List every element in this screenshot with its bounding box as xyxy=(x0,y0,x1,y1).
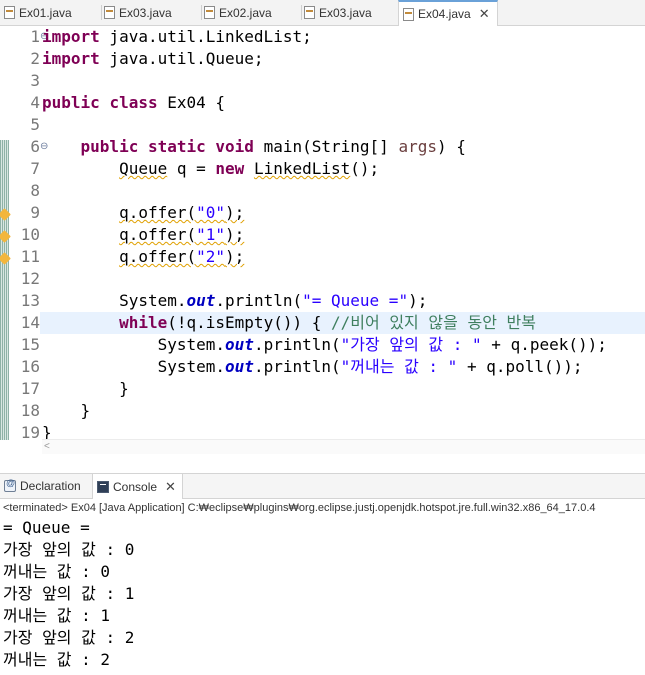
line-number: 11 xyxy=(20,247,40,266)
code-line-13: System.out.println("= Queue ="); xyxy=(119,291,428,310)
close-icon[interactable]: ✕ xyxy=(165,479,176,495)
code-line-10: q.offer("1"); xyxy=(119,225,245,244)
line-number: 16 xyxy=(20,357,40,376)
console-line: 꺼내는 값 : 2 xyxy=(3,650,111,669)
line-number: 12 xyxy=(20,269,40,288)
line-number: 1 xyxy=(30,27,40,46)
editor-tab-bar: Ex01.java Ex03.java Ex02.java Ex03.java … xyxy=(0,0,645,26)
line-number: 9 xyxy=(30,203,40,222)
tab-label: Ex02.java xyxy=(219,5,272,20)
process-status: <terminated> Ex04 [Java Application] C:₩… xyxy=(3,502,596,514)
line-number: 19 xyxy=(20,423,40,442)
java-file-icon xyxy=(4,6,15,19)
code-line-17: } xyxy=(119,379,129,398)
tab-ex03-second[interactable]: Ex03.java xyxy=(304,0,396,25)
line-number: 4 xyxy=(30,93,40,112)
scroll-left-icon[interactable]: < xyxy=(44,440,50,454)
line-number: 2 xyxy=(30,49,40,68)
line-number: 6 xyxy=(30,137,40,156)
code-line-1: import java.util.LinkedList; xyxy=(42,27,312,46)
console-output[interactable]: = Queue = 가장 앞의 값 : 0 꺼내는 값 : 0 가장 앞의 값 … xyxy=(0,517,645,671)
declaration-icon xyxy=(4,478,16,492)
view-tab-bar: Declaration Console ✕ xyxy=(0,473,645,499)
console-line: 꺼내는 값 : 0 xyxy=(3,562,111,581)
java-file-icon xyxy=(403,7,414,21)
tab-declaration[interactable]: Declaration xyxy=(4,474,81,498)
console-line: 가장 앞의 값 : 0 xyxy=(3,540,135,559)
code-line-6: public static void main(String[] args) { xyxy=(80,137,466,156)
code-line-11: q.offer("2"); xyxy=(119,247,245,266)
code-line-9: q.offer("0"); xyxy=(119,203,245,222)
tab-label: Ex03.java xyxy=(119,5,172,20)
tab-ex01[interactable]: Ex01.java xyxy=(4,0,102,25)
java-file-icon xyxy=(304,6,315,19)
java-file-icon xyxy=(204,6,215,19)
tab-label: Console xyxy=(113,479,158,494)
tab-label: Ex03.java xyxy=(319,5,372,20)
java-file-icon xyxy=(104,6,115,19)
line-number: 17 xyxy=(20,379,40,398)
line-number: 10 xyxy=(20,225,40,244)
line-number: 8 xyxy=(30,181,40,200)
overview-ruler xyxy=(0,26,11,454)
code-line-18: } xyxy=(80,401,91,420)
console-line: 꺼내는 값 : 1 xyxy=(3,606,111,625)
tab-label: Ex04.java xyxy=(418,7,471,21)
tab-ex02[interactable]: Ex02.java xyxy=(204,0,302,25)
line-number: 3 xyxy=(30,71,40,90)
line-number: 13 xyxy=(20,291,40,310)
line-number: 18 xyxy=(20,401,40,420)
code-line-4: public class Ex04 { xyxy=(42,93,226,112)
line-number: 7 xyxy=(30,159,40,178)
console-icon xyxy=(97,480,109,493)
horizontal-scrollbar[interactable]: < xyxy=(42,439,645,454)
console-line: = Queue = xyxy=(3,518,90,537)
tab-label: Declaration xyxy=(20,479,81,493)
close-icon[interactable]: ✕ xyxy=(479,6,490,22)
console-line: 가장 앞의 값 : 1 xyxy=(3,584,135,603)
line-number: 5 xyxy=(30,115,40,134)
code-line-2: import java.util.Queue; xyxy=(42,49,264,68)
line-number: 15 xyxy=(20,335,40,354)
code-line-7: Queue q = new LinkedList(); xyxy=(119,159,380,178)
tab-ex03[interactable]: Ex03.java xyxy=(104,0,202,25)
tab-label: Ex01.java xyxy=(19,5,72,20)
line-number: 14 xyxy=(20,313,40,332)
console-line: 가장 앞의 값 : 2 xyxy=(3,628,135,647)
code-line-14-current: while(!q.isEmpty()) { //비어 있지 않을 동안 반복 xyxy=(40,312,645,334)
code-editor[interactable]: 1 2 3 4 5 6 7 8 9 10 11 12 13 14 15 16 1… xyxy=(0,26,645,454)
tab-console[interactable]: Console ✕ xyxy=(92,474,183,499)
code-line-15: System.out.println("가장 앞의 값 : " + q.peek… xyxy=(157,335,607,354)
code-line-16: System.out.println("꺼내는 값 : " + q.poll()… xyxy=(157,357,583,376)
tab-ex04[interactable]: Ex04.java ✕ xyxy=(398,0,498,26)
